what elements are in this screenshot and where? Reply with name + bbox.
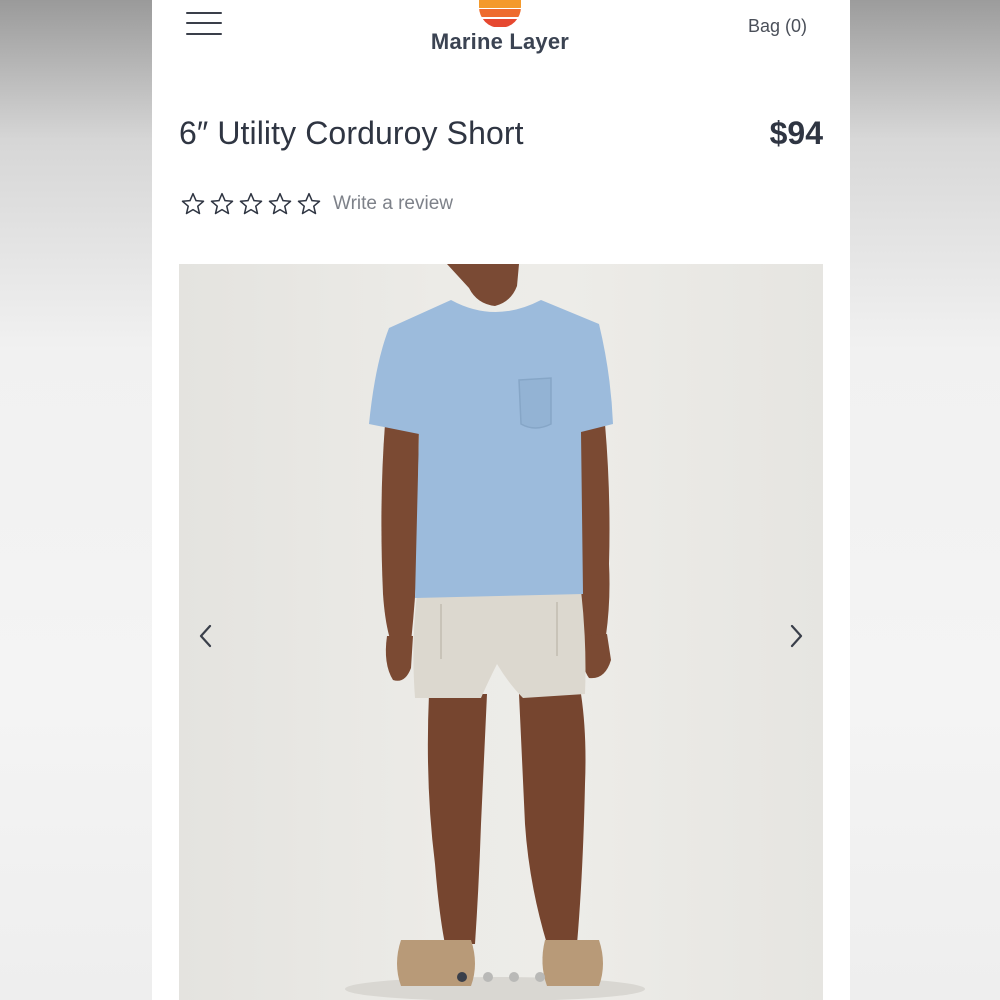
product-image-carousel[interactable] <box>179 264 823 1000</box>
star-icon[interactable] <box>238 191 264 217</box>
carousel-dot[interactable] <box>483 972 493 982</box>
chevron-right-icon[interactable] <box>781 621 811 651</box>
logo-stripe <box>479 18 521 27</box>
model-right-hand <box>581 634 611 679</box>
carousel-dot[interactable] <box>457 972 467 982</box>
model-right-leg <box>519 694 586 944</box>
logo-stripe <box>479 9 521 17</box>
hamburger-menu-icon[interactable] <box>186 10 224 40</box>
star-icon[interactable] <box>180 191 206 217</box>
rating-row: Write a review <box>180 191 453 217</box>
menu-line <box>186 12 222 14</box>
star-icon[interactable] <box>296 191 322 217</box>
model-left-hand <box>385 636 413 681</box>
carousel-pagination <box>179 972 823 982</box>
sunset-logo-icon[interactable] <box>479 0 521 28</box>
product-page: Marine Layer Bag (0) 6″ Utility Corduroy… <box>152 0 850 1000</box>
tshirt-pocket <box>518 377 552 429</box>
logo-stripe <box>479 0 521 8</box>
left-background <box>0 0 152 1000</box>
model-left-arm <box>381 424 419 642</box>
right-background <box>850 0 1000 1000</box>
star-icon[interactable] <box>267 191 293 217</box>
model-left-leg <box>427 694 487 944</box>
product-title: 6″ Utility Corduroy Short <box>179 115 524 151</box>
chevron-left-icon[interactable] <box>191 621 221 651</box>
menu-line <box>186 22 222 24</box>
bag-link[interactable]: Bag (0) <box>748 16 807 37</box>
model-photo <box>345 264 645 1000</box>
star-icon[interactable] <box>209 191 235 217</box>
write-review-link[interactable]: Write a review <box>333 193 453 215</box>
brand-logo-text[interactable]: Marine Layer <box>352 29 648 55</box>
model-shorts <box>413 590 586 698</box>
model-neck <box>447 264 519 306</box>
carousel-dot[interactable] <box>535 972 545 982</box>
carousel-dot[interactable] <box>509 972 519 982</box>
star-rating[interactable] <box>180 191 325 217</box>
product-price: $94 <box>769 115 823 151</box>
menu-line <box>186 33 222 35</box>
